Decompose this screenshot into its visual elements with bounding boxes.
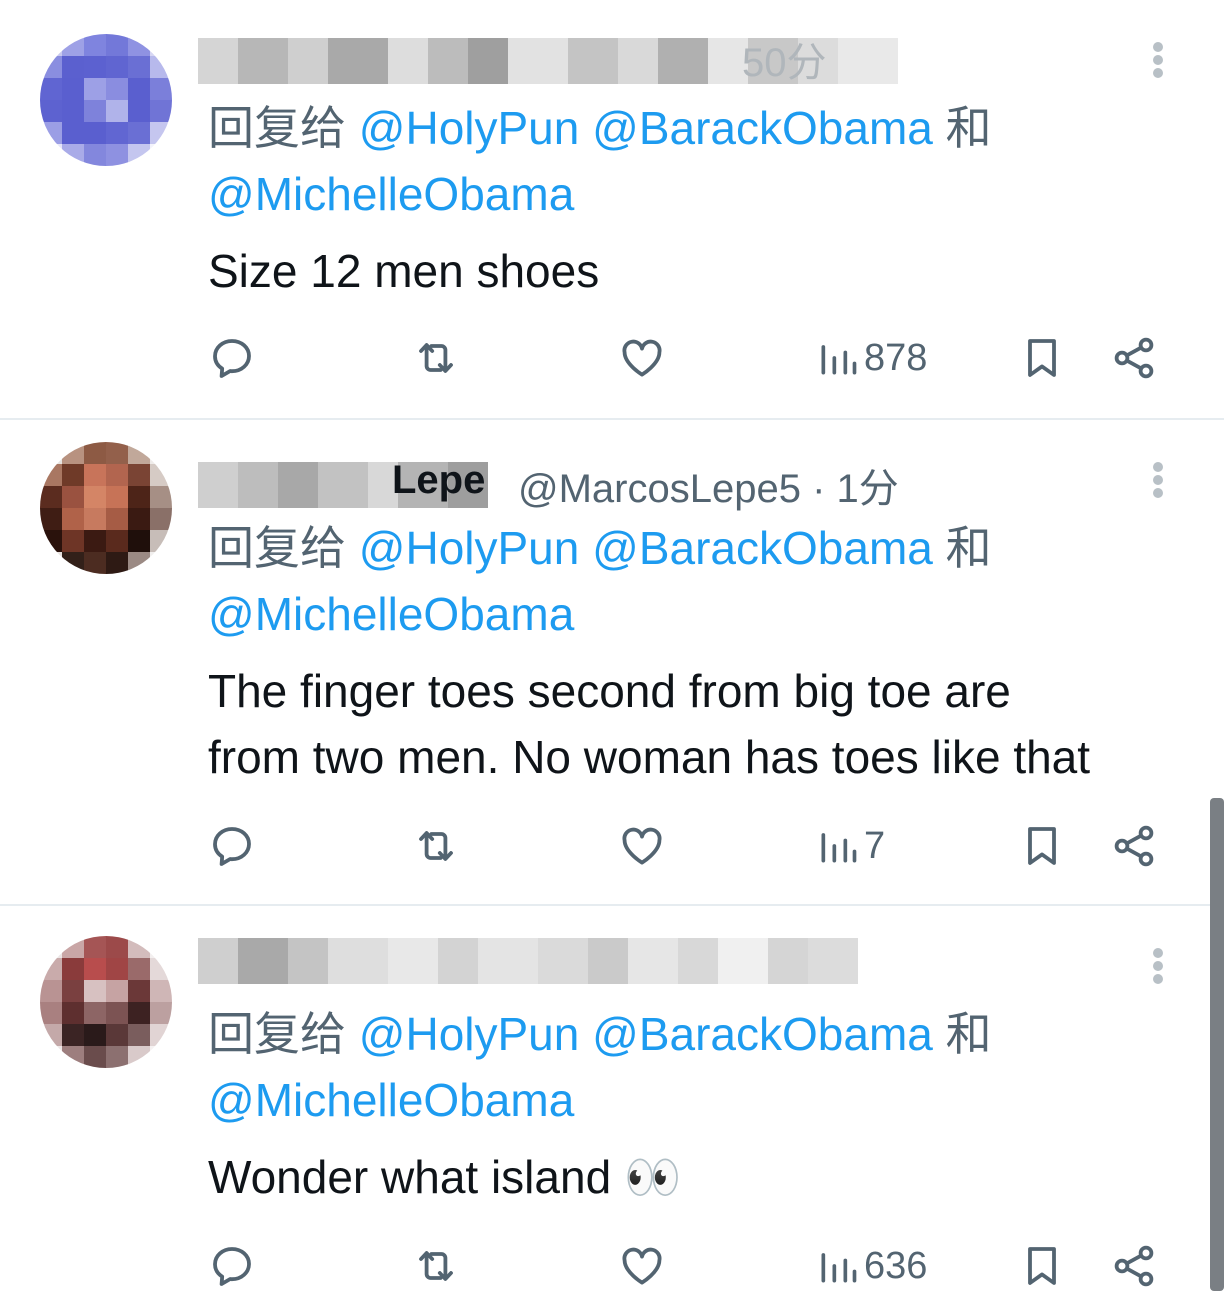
eyes-emoji: 👀 bbox=[623, 1151, 682, 1203]
and-word: 和 bbox=[945, 102, 992, 154]
share-button[interactable] bbox=[1110, 816, 1158, 876]
share-button[interactable] bbox=[1110, 1236, 1158, 1291]
tweet-3[interactable]: 回复给 @HolyPun @BarackObama 和 @MichelleOba… bbox=[0, 906, 1224, 1291]
mention-barackobama[interactable]: @BarackObama bbox=[592, 102, 933, 154]
views-icon bbox=[821, 1253, 857, 1283]
retweet-icon bbox=[419, 1251, 453, 1281]
bookmark-icon bbox=[1028, 827, 1056, 865]
avatar[interactable] bbox=[40, 936, 172, 1068]
share-icon bbox=[1114, 825, 1154, 867]
reply-button[interactable] bbox=[208, 328, 256, 388]
tweet-text: Size 12 men shoes bbox=[208, 245, 600, 297]
views-icon bbox=[821, 833, 857, 863]
retweet-icon bbox=[419, 831, 453, 861]
tweet-text-line1: The finger toes second from big toe are bbox=[208, 665, 1011, 717]
reply-context: 回复给 @HolyPun @BarackObama 和 bbox=[208, 1000, 992, 1068]
tweet-text-content: Wonder what island bbox=[208, 1151, 612, 1203]
author-handle-timestamp[interactable]: @MarcosLepe5 · 1分 bbox=[518, 456, 899, 514]
mention-holypun[interactable]: @HolyPun bbox=[359, 102, 580, 154]
reply-context-line2: @MichelleObama bbox=[208, 580, 574, 648]
tweet-actions: 878 bbox=[0, 328, 1224, 388]
more-icon[interactable] bbox=[1146, 38, 1170, 82]
like-button[interactable] bbox=[618, 1236, 666, 1291]
like-icon bbox=[622, 339, 662, 377]
reply-context-line2: @MichelleObama bbox=[208, 1066, 574, 1134]
bookmark-icon bbox=[1028, 1247, 1056, 1285]
bookmark-button[interactable] bbox=[1018, 1236, 1066, 1291]
tweet-actions: 636 bbox=[0, 1236, 1224, 1291]
reply-prefix: 回复给 bbox=[208, 1008, 346, 1060]
mention-barackobama[interactable]: @BarackObama bbox=[592, 522, 933, 574]
reply-prefix: 回复给 bbox=[208, 522, 346, 574]
reply-icon bbox=[213, 827, 251, 866]
views-icon bbox=[821, 345, 857, 375]
like-button[interactable] bbox=[618, 328, 666, 388]
views-count: 636 bbox=[864, 1244, 928, 1287]
author-name-tail[interactable]: Lepe bbox=[392, 458, 485, 503]
tweet-actions: 7 bbox=[0, 816, 1224, 876]
scrollbar[interactable] bbox=[1210, 798, 1224, 1291]
retweet-icon bbox=[419, 343, 453, 373]
mention-barackobama[interactable]: @BarackObama bbox=[592, 1008, 933, 1060]
mention-michelleobama[interactable]: @MichelleObama bbox=[208, 588, 574, 640]
like-icon bbox=[622, 1247, 662, 1285]
reply-context: 回复给 @HolyPun @BarackObama 和 bbox=[208, 514, 992, 582]
reply-prefix: 回复给 bbox=[208, 102, 346, 154]
bookmark-button[interactable] bbox=[1018, 816, 1066, 876]
views-button[interactable]: 636 bbox=[816, 1236, 927, 1291]
and-word: 和 bbox=[945, 522, 992, 574]
bookmark-button[interactable] bbox=[1018, 328, 1066, 388]
retweet-button[interactable] bbox=[412, 1236, 460, 1291]
more-icon[interactable] bbox=[1146, 458, 1170, 502]
tweet-1[interactable]: 50分 回复给 @HolyPun @BarackObama 和 @Michell… bbox=[0, 0, 1224, 418]
views-button[interactable]: 7 bbox=[816, 816, 885, 876]
like-icon bbox=[622, 827, 662, 865]
views-button[interactable]: 878 bbox=[816, 328, 927, 388]
reply-button[interactable] bbox=[208, 1236, 256, 1291]
share-button[interactable] bbox=[1110, 328, 1158, 388]
tweet-text-line2: from two men. No woman has toes like tha… bbox=[208, 731, 1091, 783]
and-word: 和 bbox=[945, 1008, 992, 1060]
bookmark-icon bbox=[1028, 339, 1056, 377]
mention-holypun[interactable]: @HolyPun bbox=[359, 522, 580, 574]
reply-context: 回复给 @HolyPun @BarackObama 和 bbox=[208, 94, 992, 162]
share-icon bbox=[1114, 337, 1154, 379]
avatar[interactable] bbox=[40, 34, 172, 166]
like-button[interactable] bbox=[618, 816, 666, 876]
views-count: 878 bbox=[864, 336, 928, 379]
mention-michelleobama[interactable]: @MichelleObama bbox=[208, 168, 574, 220]
tweet-timestamp[interactable]: 50分 bbox=[742, 30, 827, 88]
reply-context-line2: @MichelleObama bbox=[208, 160, 574, 228]
retweet-button[interactable] bbox=[412, 816, 460, 876]
views-count: 7 bbox=[864, 824, 886, 867]
reply-icon bbox=[213, 1247, 251, 1286]
mention-holypun[interactable]: @HolyPun bbox=[359, 1008, 580, 1060]
share-icon bbox=[1114, 1245, 1154, 1287]
mention-michelleobama[interactable]: @MichelleObama bbox=[208, 1074, 574, 1126]
tweet-text: Wonder what island 👀 bbox=[208, 1144, 681, 1210]
author-name-blurred[interactable] bbox=[198, 938, 858, 984]
retweet-button[interactable] bbox=[412, 328, 460, 388]
avatar[interactable] bbox=[40, 442, 172, 574]
reply-icon bbox=[213, 339, 251, 378]
more-icon[interactable] bbox=[1146, 944, 1170, 988]
tweet-2[interactable]: Lepe @MarcosLepe5 · 1分 回复给 @HolyPun @Bar… bbox=[0, 420, 1224, 904]
reply-button[interactable] bbox=[208, 816, 256, 876]
